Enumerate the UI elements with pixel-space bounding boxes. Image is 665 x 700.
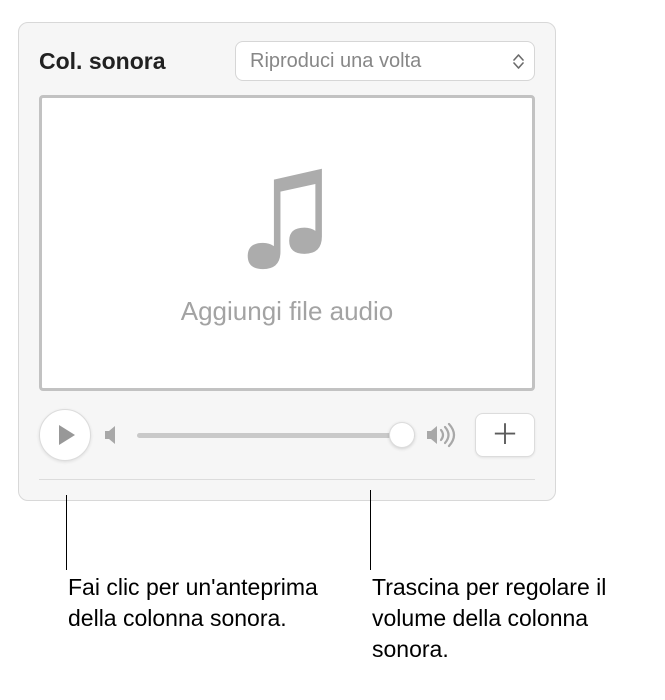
soundtrack-panel: Col. sonora Riproduci una volta Aggiungi… xyxy=(18,22,556,501)
controls-row: ＋ xyxy=(39,409,535,461)
volume-high-icon xyxy=(425,422,459,448)
dropzone-placeholder: Aggiungi file audio xyxy=(181,296,394,327)
callout-line xyxy=(66,495,67,570)
divider xyxy=(39,479,535,480)
slider-thumb[interactable] xyxy=(389,422,415,448)
callout-volume-text: Trascina per regolare il volume della co… xyxy=(372,572,662,665)
callout-play-text: Fai clic per un'anteprima della colonna … xyxy=(68,572,323,634)
section-title: Col. sonora xyxy=(39,48,166,75)
music-note-icon xyxy=(232,160,342,280)
slider-rail xyxy=(137,433,415,438)
header-row: Col. sonora Riproduci una volta xyxy=(39,41,535,81)
volume-slider[interactable] xyxy=(137,423,415,447)
plus-icon: ＋ xyxy=(491,421,519,449)
add-audio-button[interactable]: ＋ xyxy=(475,413,535,457)
playback-mode-dropdown[interactable]: Riproduci una volta xyxy=(235,41,535,81)
volume-low-icon xyxy=(101,422,127,448)
dropdown-selected-label: Riproduci una volta xyxy=(250,50,421,73)
audio-dropzone[interactable]: Aggiungi file audio xyxy=(39,95,535,391)
callout-line xyxy=(370,490,371,570)
chevron-updown-icon xyxy=(513,54,524,69)
play-icon xyxy=(59,425,75,445)
play-button[interactable] xyxy=(39,409,91,461)
